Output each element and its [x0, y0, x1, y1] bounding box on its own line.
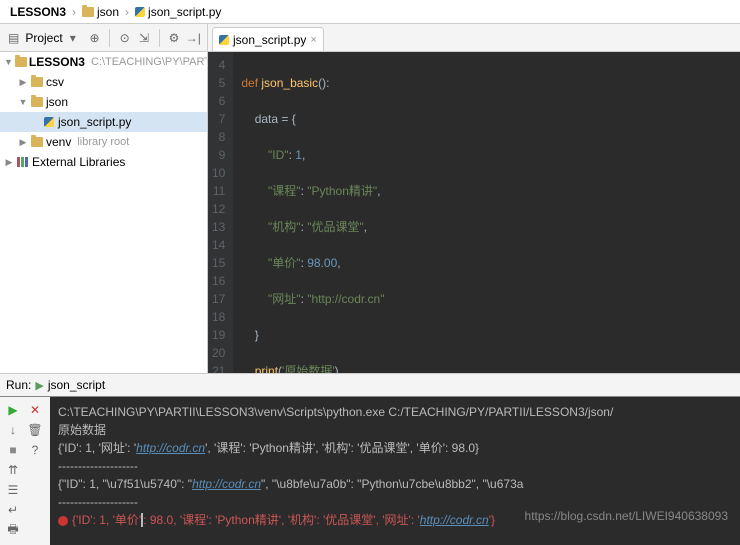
- tab-label: json_script.py: [233, 33, 306, 47]
- tree-folder-csv[interactable]: ▶ csv: [0, 72, 207, 92]
- console-line: 原始数据: [58, 421, 732, 439]
- breadcrumb: LESSON3 › json › json_script.py: [0, 0, 740, 24]
- locate-icon[interactable]: ⊙: [117, 28, 132, 48]
- rerun-icon[interactable]: ▶: [4, 401, 22, 419]
- python-file-icon: [219, 35, 229, 45]
- collapse-all-icon[interactable]: ⇲: [136, 28, 151, 48]
- divider: [109, 29, 110, 47]
- run-config-name: json_script: [48, 378, 105, 392]
- python-file-icon: [135, 7, 145, 17]
- console-line: --------------------: [58, 493, 732, 511]
- stop-square-icon[interactable]: ■: [4, 441, 22, 459]
- editor-tabs: json_script.py ×: [208, 24, 740, 51]
- chevron-right-icon[interactable]: ▶: [18, 77, 28, 88]
- chevron-right-icon[interactable]: ▶: [18, 137, 28, 148]
- console-line: [58, 529, 732, 545]
- print-icon[interactable]: 🖶: [4, 521, 22, 539]
- tree-root[interactable]: ▼ LESSON3 C:\TEACHING\PY\PARTII: [0, 52, 207, 72]
- dropdown-icon[interactable]: ▾: [67, 28, 79, 48]
- chevron-right-icon: ›: [72, 5, 76, 19]
- line-gutter: 45678910111213141516171819202122: [208, 52, 233, 373]
- folder-icon: [82, 7, 94, 17]
- folder-icon: [15, 57, 27, 67]
- up-arrow-icon[interactable]: ⇈: [4, 461, 22, 479]
- chevron-down-icon[interactable]: ▼: [4, 57, 13, 67]
- console-line: --------------------: [58, 457, 732, 475]
- breadcrumb-file[interactable]: json_script.py: [131, 4, 225, 20]
- breadcrumb-root[interactable]: LESSON3: [6, 4, 70, 20]
- tree-folder-venv[interactable]: ▶ venv library root: [0, 132, 207, 152]
- run-config-icon: ▶: [35, 379, 43, 392]
- folder-icon: [31, 137, 43, 147]
- close-icon[interactable]: ×: [310, 34, 316, 46]
- stop-icon[interactable]: ↓: [4, 421, 22, 439]
- trash-icon[interactable]: 🗑: [26, 421, 44, 439]
- folder-icon: [31, 97, 43, 107]
- project-tree: ▼ LESSON3 C:\TEACHING\PY\PARTII ▶ csv ▼ …: [0, 52, 208, 373]
- wrap-icon[interactable]: ↵: [4, 501, 22, 519]
- close-icon[interactable]: ✕: [26, 401, 44, 419]
- toolbar: ▤ Project ▾ ⊕ ⊙ ⇲ ⚙ →| json_script.py ×: [0, 24, 740, 52]
- console-line: C:\TEACHING\PY\PARTII\LESSON3\venv\Scrip…: [58, 403, 732, 421]
- breadcrumb-folder[interactable]: json: [78, 4, 123, 20]
- libraries-icon: [17, 157, 29, 167]
- run-toolwindow-header[interactable]: Run: ▶ json_script: [0, 373, 740, 397]
- chevron-right-icon: ›: [125, 5, 129, 19]
- console-toolbar: ▶ ↓ ■ ⇈ ☰ ↵ 🖶 ✕ 🗑 ?: [0, 397, 50, 545]
- divider: [159, 29, 160, 47]
- hide-icon[interactable]: →|: [186, 28, 201, 48]
- settings-icon[interactable]: ⚙: [166, 28, 181, 48]
- tree-file-script[interactable]: json_script.py: [0, 112, 207, 132]
- console-output[interactable]: C:\TEACHING\PY\PARTII\LESSON3\venv\Scrip…: [50, 397, 740, 545]
- code-editor[interactable]: 45678910111213141516171819202122 def jso…: [208, 52, 740, 373]
- tree-external-libs[interactable]: ▶ External Libraries: [0, 152, 207, 172]
- project-panel-label: Project: [25, 31, 62, 45]
- chevron-down-icon[interactable]: ▼: [18, 97, 28, 107]
- editor-tab-active[interactable]: json_script.py ×: [212, 27, 324, 51]
- console-line: {'ID': 1, '单价': 98.0, '课程': 'Python精讲', …: [58, 511, 732, 529]
- folder-icon: [31, 77, 43, 87]
- breakpoint-icon: [58, 516, 68, 526]
- filter-icon[interactable]: ☰: [4, 481, 22, 499]
- python-file-icon: [44, 117, 54, 127]
- console-line: {"ID": 1, "\u7f51\u5740": "http://codr.c…: [58, 475, 732, 493]
- tree-folder-json[interactable]: ▼ json: [0, 92, 207, 112]
- project-panel-toggle[interactable]: ▤: [6, 28, 21, 48]
- console-line: {'ID': 1, '网址': 'http://codr.cn', '课程': …: [58, 439, 732, 457]
- run-label: Run:: [6, 378, 31, 392]
- code-content[interactable]: def json_basic(): data = { "ID": 1, "课程"…: [233, 52, 424, 373]
- chevron-right-icon[interactable]: ▶: [4, 157, 14, 168]
- help-icon[interactable]: ?: [26, 441, 44, 459]
- collapse-icon[interactable]: ⊕: [87, 28, 102, 48]
